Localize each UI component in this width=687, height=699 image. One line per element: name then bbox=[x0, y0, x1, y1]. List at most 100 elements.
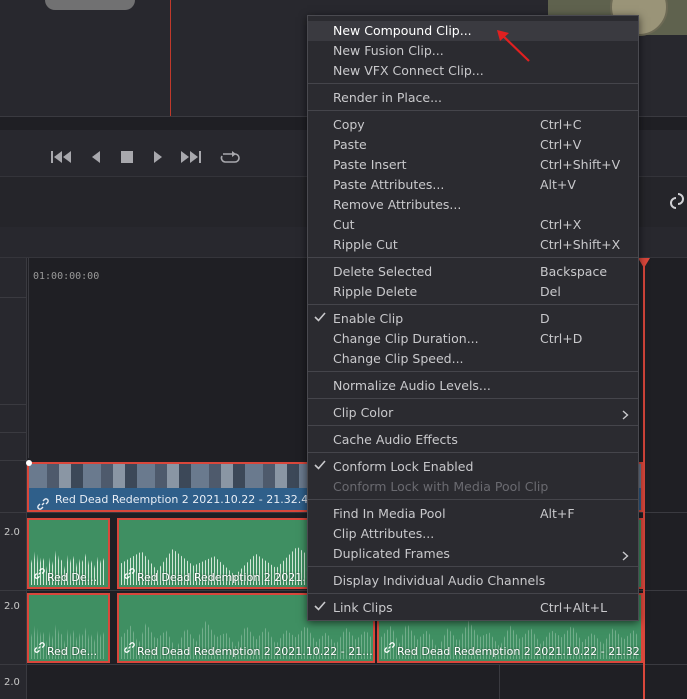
menu-item-cache-audio-effects[interactable]: Cache Audio Effects bbox=[308, 430, 638, 450]
menu-item-conform-lock-enabled[interactable]: Conform Lock Enabled bbox=[308, 457, 638, 477]
menu-shortcut: Backspace bbox=[540, 264, 608, 279]
menu-item-label: Enable Clip bbox=[333, 311, 404, 326]
menu-item-label: Paste Attributes... bbox=[333, 177, 445, 192]
jump-end-icon bbox=[181, 151, 201, 163]
jump-to-end-button[interactable] bbox=[180, 148, 202, 166]
menu-item-label: Ripple Cut bbox=[333, 237, 398, 252]
menu-item-duplicated-frames[interactable]: Duplicated Frames bbox=[308, 544, 638, 564]
menu-shortcut: Ctrl+Alt+L bbox=[540, 600, 608, 615]
menu-item-render-in-place[interactable]: Render in Place... bbox=[308, 88, 638, 108]
menu-item-label: Change Clip Duration... bbox=[333, 331, 479, 346]
menu-item-label: Link Clips bbox=[333, 600, 393, 615]
menu-item-label: Duplicated Frames bbox=[333, 546, 450, 561]
menu-item-ripple-cut[interactable]: Ripple Cut Ctrl+Shift+X bbox=[308, 235, 638, 255]
menu-item-label: Conform Lock Enabled bbox=[333, 459, 474, 474]
menu-item-enable-clip[interactable]: Enable Clip D bbox=[308, 309, 638, 329]
link-icon bbox=[384, 638, 395, 657]
stop-button[interactable] bbox=[116, 148, 138, 166]
menu-item-display-audio-channels[interactable]: Display Individual Audio Channels bbox=[308, 571, 638, 591]
menu-item-label: Conform Lock with Media Pool Clip bbox=[333, 479, 549, 494]
track-headers bbox=[0, 258, 27, 699]
menu-shortcut: Ctrl+V bbox=[540, 137, 582, 152]
menu-shortcut: D bbox=[540, 311, 550, 326]
menu-item-ripple-delete[interactable]: Ripple Delete Del bbox=[308, 282, 638, 302]
menu-shortcut: Ctrl+C bbox=[540, 117, 582, 132]
audio-clip-name: Red Dead Redemption 2 2021.10.22 - 21.32… bbox=[397, 645, 643, 658]
menu-item-clip-attributes[interactable]: Clip Attributes... bbox=[308, 524, 638, 544]
menu-item-paste-attributes[interactable]: Paste Attributes... Alt+V bbox=[308, 175, 638, 195]
reverse-icon bbox=[92, 151, 100, 163]
menu-item-label: Clip Color bbox=[333, 405, 394, 420]
timeline-playhead[interactable] bbox=[643, 258, 645, 699]
menu-shortcut: Ctrl+D bbox=[540, 331, 583, 346]
track-label-a1: 2.0 bbox=[4, 527, 20, 538]
viewer-playhead[interactable] bbox=[170, 0, 171, 116]
menu-item-label: New Compound Clip... bbox=[333, 23, 472, 38]
audio-clip-name: Red De... bbox=[47, 645, 98, 658]
viewer-waveform bbox=[45, 0, 135, 10]
checkmark-icon bbox=[314, 600, 326, 615]
menu-item-label: Display Individual Audio Channels bbox=[333, 573, 546, 588]
menu-shortcut: Del bbox=[540, 284, 561, 299]
loop-button[interactable] bbox=[219, 148, 241, 166]
reverse-play-button[interactable] bbox=[85, 148, 107, 166]
menu-item-delete-selected[interactable]: Delete Selected Backspace bbox=[308, 262, 638, 282]
annotation-arrow-icon bbox=[495, 28, 535, 68]
audio-clip-name: Red Dead Redemption 2 2021.10.22 - 21... bbox=[137, 645, 373, 658]
menu-item-remove-attributes[interactable]: Remove Attributes... bbox=[308, 195, 638, 215]
menu-item-normalize-audio[interactable]: Normalize Audio Levels... bbox=[308, 376, 638, 396]
menu-item-new-fusion-clip[interactable]: New Fusion Clip... bbox=[308, 41, 638, 61]
link-icon bbox=[37, 495, 49, 514]
menu-shortcut: Ctrl+Shift+X bbox=[540, 237, 621, 252]
menu-item-paste[interactable]: Paste Ctrl+V bbox=[308, 135, 638, 155]
track-label-a3: 2.0 bbox=[4, 677, 20, 688]
video-clip-name: Red Dead Redemption 2 2021.10.22 - 21.32… bbox=[55, 493, 333, 506]
menu-shortcut: Alt+V bbox=[540, 177, 576, 192]
menu-item-new-vfx-connect-clip[interactable]: New VFX Connect Clip... bbox=[308, 61, 638, 81]
menu-item-cut[interactable]: Cut Ctrl+X bbox=[308, 215, 638, 235]
menu-item-clip-color[interactable]: Clip Color bbox=[308, 403, 638, 423]
menu-item-find-in-media-pool[interactable]: Find In Media Pool Alt+F bbox=[308, 504, 638, 524]
chevron-right-icon bbox=[622, 408, 629, 423]
checkmark-icon bbox=[314, 311, 326, 326]
menu-item-label: Remove Attributes... bbox=[333, 197, 462, 212]
stop-icon bbox=[121, 151, 133, 163]
timeline-start-tick bbox=[28, 258, 29, 458]
menu-item-change-clip-duration[interactable]: Change Clip Duration... Ctrl+D bbox=[308, 329, 638, 349]
audio-clip-a1-left[interactable]: Red De... bbox=[27, 518, 110, 589]
menu-item-paste-insert[interactable]: Paste Insert Ctrl+Shift+V bbox=[308, 155, 638, 175]
playhead-marker[interactable] bbox=[638, 258, 650, 268]
menu-shortcut: Ctrl+Shift+V bbox=[540, 157, 621, 172]
chevron-right-icon bbox=[622, 549, 629, 564]
menu-item-change-clip-speed[interactable]: Change Clip Speed... bbox=[308, 349, 638, 369]
menu-item-label: Ripple Delete bbox=[333, 284, 418, 299]
audio-clip-name: Red De... bbox=[47, 571, 98, 584]
menu-item-label: Find In Media Pool bbox=[333, 506, 446, 521]
timecode-label: 01:00:00:00 bbox=[33, 271, 100, 282]
menu-item-label: Render in Place... bbox=[333, 90, 442, 105]
link-icon bbox=[34, 564, 45, 583]
menu-item-label: Cache Audio Effects bbox=[333, 432, 458, 447]
menu-item-new-compound-clip[interactable]: New Compound Clip... bbox=[308, 21, 638, 41]
menu-item-label: Cut bbox=[333, 217, 355, 232]
link-icon bbox=[124, 638, 135, 657]
link-icon bbox=[124, 564, 135, 583]
menu-item-conform-lock-media-pool: Conform Lock with Media Pool Clip bbox=[308, 477, 638, 497]
menu-item-label: Paste bbox=[333, 137, 367, 152]
menu-item-copy[interactable]: Copy Ctrl+C bbox=[308, 115, 638, 135]
menu-item-label: Copy bbox=[333, 117, 365, 132]
play-button[interactable] bbox=[147, 148, 169, 166]
clip-handle[interactable] bbox=[26, 460, 32, 466]
audio-clip-a2-left[interactable]: Red De... bbox=[27, 593, 110, 663]
jump-start-icon bbox=[51, 151, 71, 163]
context-menu: New Compound Clip... New Fusion Clip... … bbox=[307, 15, 639, 621]
link-toggle-icon[interactable] bbox=[668, 191, 686, 215]
checkmark-icon bbox=[314, 459, 326, 474]
jump-to-start-button[interactable] bbox=[51, 148, 73, 166]
menu-item-link-clips[interactable]: Link Clips Ctrl+Alt+L bbox=[308, 598, 638, 618]
menu-item-label: Change Clip Speed... bbox=[333, 351, 464, 366]
menu-item-label: New Fusion Clip... bbox=[333, 43, 444, 58]
loop-icon bbox=[220, 151, 240, 163]
menu-shortcut: Ctrl+X bbox=[540, 217, 582, 232]
play-icon bbox=[154, 151, 162, 163]
